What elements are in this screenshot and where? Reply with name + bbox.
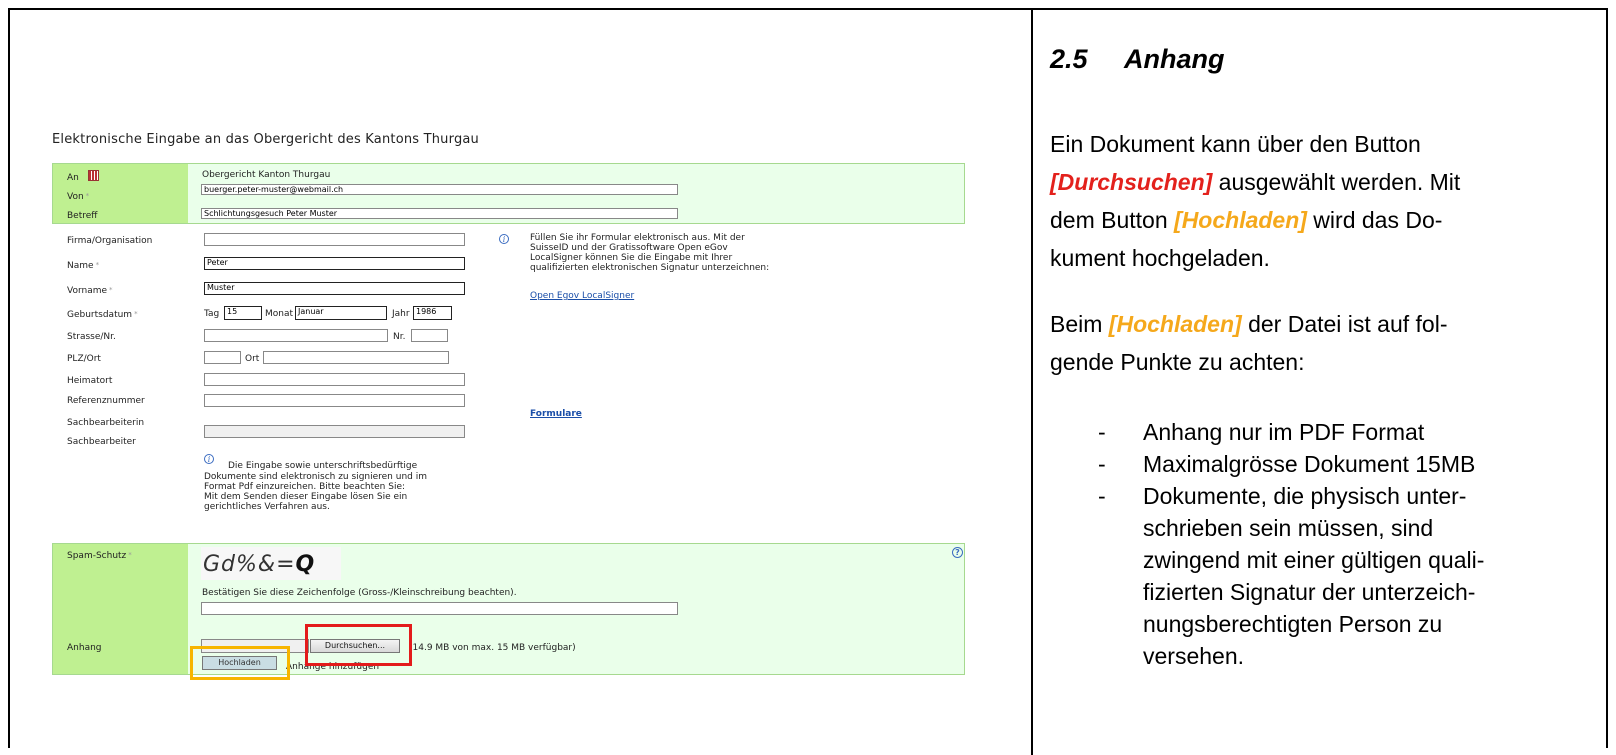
strasse-label: Strasse/Nr. [67, 332, 116, 342]
monat-field[interactable]: Januar [295, 306, 387, 320]
info-line: qualifizierten elektronischen Signatur u… [530, 263, 770, 273]
nr-label: Nr. [393, 332, 406, 342]
vorname-label: Vorname * [67, 286, 113, 296]
von-label: Von * [67, 192, 90, 202]
plz-label: PLZ/Ort [67, 354, 101, 364]
note-line-1: Die Eingabe sowie unterschriftsbedürftig… [228, 461, 418, 471]
von-field[interactable]: buerger.peter-muster@webmail.ch [201, 184, 678, 195]
spam-label: Spam-Schutz * [67, 551, 132, 561]
heimatort-label: Heimatort [67, 376, 113, 386]
an-value: Obergericht Kanton Thurgau [202, 170, 331, 180]
info-icon: i [499, 234, 509, 244]
heimatort-field[interactable] [204, 373, 465, 386]
formulare-link[interactable]: Formulare [530, 409, 582, 419]
note-line: Format Pdf einzureichen. Bitte beachten … [204, 482, 406, 492]
note-line: Dokumente sind elektronisch zu signieren… [204, 472, 427, 482]
paragraph-1: Ein Dokument kann über den Button [Durch… [1050, 131, 1461, 271]
list-item: - Dokumente, die physisch unter-schrieben… [1098, 483, 1485, 669]
signature-info-text: Füllen Sie ihr Formular elektronisch aus… [530, 233, 769, 273]
referenz-label: Referenznummer [67, 396, 145, 406]
tag-label: Tag [204, 309, 220, 319]
geburtsdatum-label: Geburtsdatum * [67, 310, 138, 320]
hochladen-ref-2: [Hochladen] [1108, 311, 1242, 337]
info-line: Füllen Sie ihr Formular elektronisch aus… [530, 233, 745, 243]
localsigner-link[interactable]: Open Egov LocalSigner [530, 291, 634, 301]
plz-field[interactable] [204, 351, 241, 364]
note-line: Mit dem Senden dieser Eingabe lösen Sie … [204, 492, 408, 502]
ort-field[interactable] [263, 351, 449, 364]
captcha-input[interactable] [201, 602, 678, 615]
tag-field[interactable]: 15 [224, 306, 262, 320]
spam-label-column [53, 544, 188, 674]
column-divider [1031, 8, 1033, 755]
paragraph-2: Beim [Hochladen] der Datei ist auf fol- … [1050, 311, 1448, 375]
monat-label: Monat [265, 309, 294, 319]
browse-highlight [305, 624, 412, 666]
ort-label: Ort [245, 354, 260, 364]
referenz-field[interactable] [204, 394, 465, 407]
vorname-field[interactable]: Muster [204, 282, 465, 295]
firma-field[interactable] [204, 233, 465, 246]
upload-highlight [190, 646, 290, 680]
betreff-label: Betreff [67, 211, 98, 221]
hochladen-ref: [Hochladen] [1174, 207, 1307, 233]
durchsuchen-ref: [Durchsuchen] [1050, 169, 1213, 195]
sachbearbeiter-select[interactable] [204, 425, 465, 438]
quota-text: (14.9 MB von max. 15 MB verfügbar) [409, 643, 576, 653]
jahr-label: Jahr [392, 309, 410, 319]
captcha-hint: Bestätigen Sie diese Zeichenfolge (Gross… [202, 588, 517, 598]
firma-label: Firma/Organisation [67, 236, 153, 246]
note-line: gerichtliches Verfahren aus. [204, 502, 330, 512]
an-label: An [67, 170, 99, 183]
form-title: Elektronische Eingabe an das Obergericht… [52, 132, 479, 147]
name-field[interactable]: Peter [204, 257, 465, 270]
info-line: SuisseID und der Gratissoftware Open eGo… [530, 243, 728, 253]
betreff-field[interactable]: Schlichtungsgesuch Peter Muster [201, 208, 678, 219]
name-label: Name * [67, 261, 100, 271]
note-info-icon: i [204, 454, 214, 464]
sachbearbeiter-label: Sachbearbeiter [67, 437, 136, 447]
info-line: LocalSigner können Sie die Eingabe mit I… [530, 253, 733, 263]
anhang-label: Anhang [67, 643, 102, 653]
section-heading: 2.5 Anhang [1050, 44, 1225, 74]
strasse-field[interactable] [204, 329, 388, 342]
list-item: - Anhang nur im PDF Format [1098, 419, 1425, 445]
help-icon[interactable]: ? [952, 547, 963, 558]
jahr-field[interactable]: 1986 [413, 306, 452, 320]
captcha-image: Gd%&=Q [201, 547, 341, 580]
sachbearbeiterin-label: Sachbearbeiterin [67, 418, 145, 428]
address-book-icon[interactable] [87, 170, 99, 181]
signature-note: Dokumente sind elektronisch zu signieren… [204, 472, 427, 512]
list-item: - Maximalgrösse Dokument 15MB [1098, 451, 1476, 477]
requirements-list: - Anhang nur im PDF Format - Maximalgrösse… [1092, 416, 1484, 672]
nr-field[interactable] [411, 329, 448, 342]
